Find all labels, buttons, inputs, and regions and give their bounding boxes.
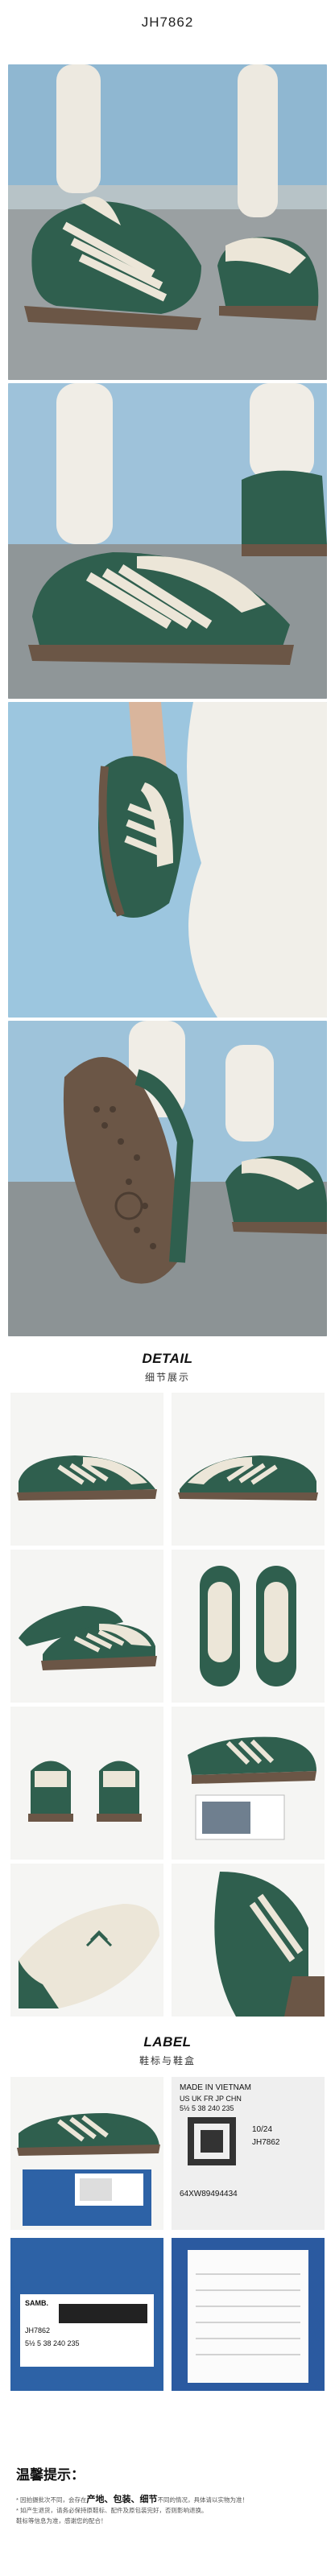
box-model: SAMB. xyxy=(25,2299,48,2307)
detail-title-cn: 细节展示 xyxy=(144,1372,190,1383)
tips-section: 温馨提示： * 因拍摄批次不同，会存在产地、包装、细节不同的情况，具体请以实物为… xyxy=(16,2463,319,2526)
box-code: JH7862 xyxy=(25,2326,51,2334)
label-heading: LABEL 鞋标与鞋盒 xyxy=(0,2034,335,2067)
tips-line-2: * 如产生退货，请务必保持原鞋标、配件及原包装完好，否则影响退换。 xyxy=(16,2507,208,2514)
tips-line-3: 鞋标等信息为准，感谢您的配合！ xyxy=(16,2517,107,2524)
detail-photo-heel-pair xyxy=(10,1707,163,1860)
detail-photo-pair-angle xyxy=(10,1550,163,1703)
detail-photo-side-left xyxy=(10,1393,163,1546)
detail-heading: DETAIL 细节展示 xyxy=(0,1351,335,1384)
tag-date: 10/24 xyxy=(252,2125,273,2134)
sneaker-side-image xyxy=(8,383,327,699)
detail-photo-side-right xyxy=(172,1393,325,1546)
tag-size-header: US UK FR JP CHN xyxy=(180,2095,242,2103)
tag-made-in: MADE IN VIETNAM xyxy=(180,2083,251,2092)
certificate-photo xyxy=(172,2238,325,2391)
detail-photo-tongue xyxy=(10,1864,163,2017)
detail-photo-box xyxy=(172,1707,325,1860)
shoe-with-box-photo xyxy=(10,2077,163,2230)
tips-heading: 温馨提示： xyxy=(16,2467,85,2483)
label-title-en: LABEL xyxy=(143,2034,192,2050)
sneaker-on-feet-image xyxy=(8,64,327,380)
tips-highlight: 产地、包装、细节 xyxy=(86,2495,158,2504)
hero-photo-4 xyxy=(8,1021,327,1336)
box-label-photo: SAMB. JH7862 5½ 5 38 240 235 xyxy=(10,2238,163,2391)
sneaker-held-image xyxy=(8,702,327,1018)
tongue-tag-photo: MADE IN VIETNAM US UK FR JP CHN 5½ 5 38 … xyxy=(172,2077,325,2230)
detail-photo-heel-tab xyxy=(172,1864,325,2017)
box-sizes: 5½ 5 38 240 235 xyxy=(25,2339,80,2347)
tag-barcode-text: 64XW89494434 xyxy=(180,2190,238,2198)
detail-title-en: DETAIL xyxy=(142,1351,193,1366)
label-title-cn: 鞋标与鞋盒 xyxy=(139,2055,196,2066)
sneaker-sole-image xyxy=(8,1021,327,1336)
detail-photo-top-pair xyxy=(172,1550,325,1703)
product-code: JH7862 xyxy=(141,14,194,30)
tag-size-values: 5½ 5 38 240 235 xyxy=(180,2104,234,2112)
tag-article: JH7862 xyxy=(252,2138,280,2147)
tips-line-1: * 因拍摄批次不同，会存在产地、包装、细节不同的情况，具体请以实物为准！ xyxy=(16,2495,249,2504)
hero-photo-1 xyxy=(8,64,327,380)
hero-photo-3 xyxy=(8,702,327,1018)
hero-photo-2 xyxy=(8,383,327,699)
